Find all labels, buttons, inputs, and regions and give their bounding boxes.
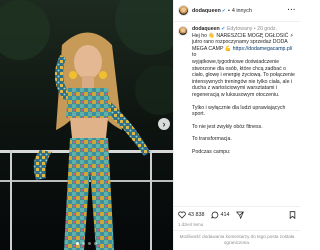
caption-paragraph: wyjątkowe,tygodniowe doświadczenie stwor… bbox=[192, 58, 295, 98]
carousel-dot bbox=[94, 242, 97, 245]
carousel-dot bbox=[76, 242, 79, 245]
header-separator: • bbox=[227, 7, 230, 14]
photo-illustration bbox=[0, 0, 173, 250]
caption-time: 20 godz. bbox=[257, 26, 277, 32]
verified-badge-icon: ✔ bbox=[221, 26, 226, 32]
caption-paragraph: Podczas campu: bbox=[192, 148, 231, 155]
verified-badge-icon: ✔ bbox=[221, 7, 226, 14]
post-side-panel: dodaqueen ✔ • 4 innych ··· dodaqueen ✔ E… bbox=[173, 0, 300, 250]
post-date: 1 dzień temu bbox=[178, 222, 204, 227]
caption-paragraph: Hej ho 👋 NARESZCIE MOGĘ OGŁOSIĆ ⚡ jutro … bbox=[192, 32, 294, 59]
share-button[interactable] bbox=[235, 211, 244, 219]
post-header: dodaqueen ✔ • 4 innych ··· bbox=[174, 0, 300, 22]
send-icon bbox=[235, 211, 244, 219]
carousel-dot bbox=[82, 242, 85, 245]
carousel-dot bbox=[88, 242, 91, 245]
comment-icon bbox=[210, 211, 218, 219]
like-button[interactable]: 43 838 bbox=[178, 211, 205, 219]
more-horizontal-icon[interactable]: ··· bbox=[288, 7, 297, 14]
avatar[interactable] bbox=[178, 26, 188, 36]
instagram-post: › dodaqueen ✔ • 4 innych ··· dodaqueen ✔… bbox=[0, 0, 300, 250]
comment-button[interactable]: 414 bbox=[210, 211, 230, 219]
author-username[interactable]: dodaqueen bbox=[192, 8, 221, 14]
caption-paragraph: To nie jest zwykły obóz fitness. bbox=[192, 123, 263, 130]
time-separator: • bbox=[253, 26, 256, 32]
bookmark-icon bbox=[289, 210, 296, 219]
caption: dodaqueen ✔ Edytowany • 20 godz. Hej ho … bbox=[174, 22, 300, 206]
post-photo[interactable]: › bbox=[0, 0, 173, 250]
comment-count: 414 bbox=[220, 211, 230, 218]
edited-label: Edytowany bbox=[226, 26, 253, 32]
caption-username[interactable]: dodaqueen bbox=[192, 26, 220, 32]
post-actions: 43 838 414 bbox=[174, 206, 300, 222]
comments-restricted-notice: Możliwość dodawania komentarzy do tego p… bbox=[174, 230, 300, 250]
camp-link[interactable]: https://dodamegacamp.pl/ bbox=[233, 46, 293, 52]
save-button[interactable] bbox=[289, 210, 296, 219]
chevron-right-icon[interactable]: › bbox=[158, 118, 170, 130]
heart-icon bbox=[178, 211, 186, 219]
carousel-dots bbox=[0, 242, 173, 245]
caption-paragraph: To transformacja. bbox=[192, 136, 232, 143]
avatar[interactable] bbox=[178, 5, 189, 16]
collaborators-link[interactable]: 4 innych bbox=[232, 8, 252, 14]
like-count: 43 838 bbox=[188, 211, 205, 218]
caption-paragraph: Tylko i wyłącznie dla ludzi uprawiającyc… bbox=[192, 104, 286, 118]
